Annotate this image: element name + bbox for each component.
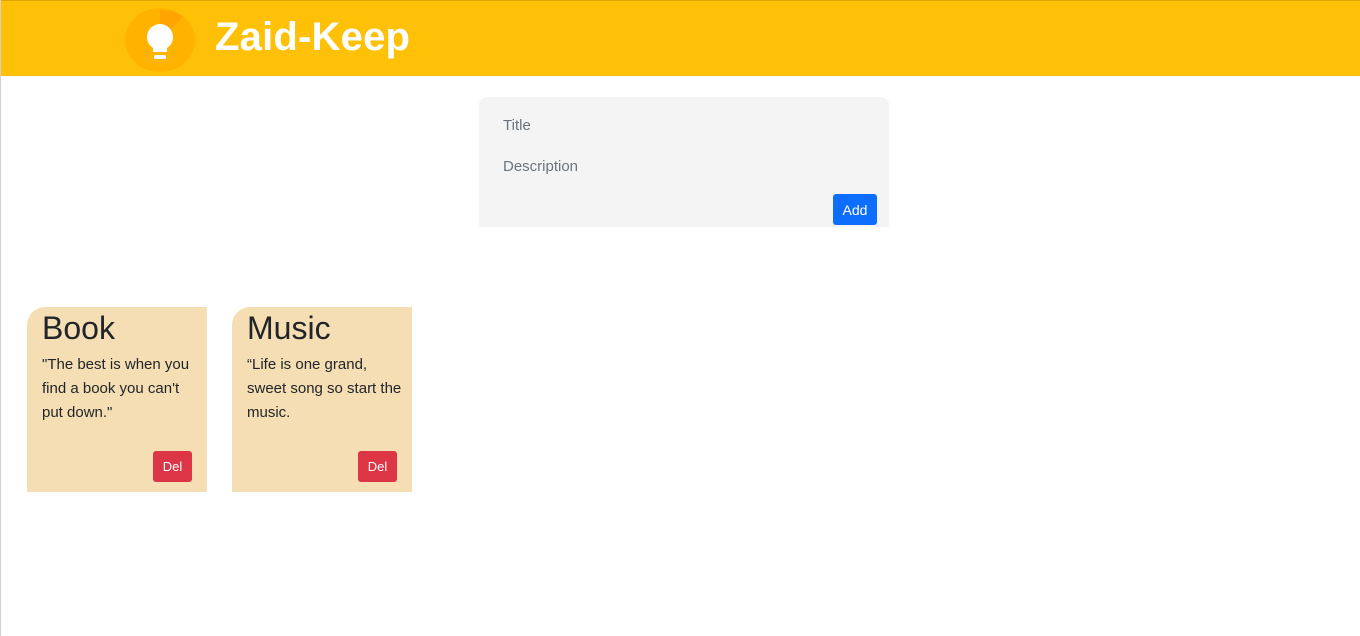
app-frame: Zaid-Keep Add Book "The best is when you… [0, 0, 1360, 636]
note-title: Book [42, 310, 115, 346]
description-input[interactable] [493, 152, 883, 180]
note-card: Music “Life is one grand, sweet song so … [232, 307, 412, 492]
add-button[interactable]: Add [833, 194, 877, 225]
lightbulb-icon [125, 8, 195, 72]
delete-button[interactable]: Del [358, 451, 397, 482]
delete-button[interactable]: Del [153, 451, 192, 482]
app-title: Zaid-Keep [215, 15, 411, 59]
note-compose-form: Add [479, 97, 889, 227]
note-description: "The best is when you find a book you ca… [42, 356, 190, 421]
title-input[interactable] [493, 111, 883, 139]
note-card: Book "The best is when you find a book y… [27, 307, 207, 492]
note-description: “Life is one grand, sweet song so start … [247, 356, 402, 421]
note-title: Music [247, 310, 331, 346]
app-header: Zaid-Keep [1, 0, 1360, 76]
